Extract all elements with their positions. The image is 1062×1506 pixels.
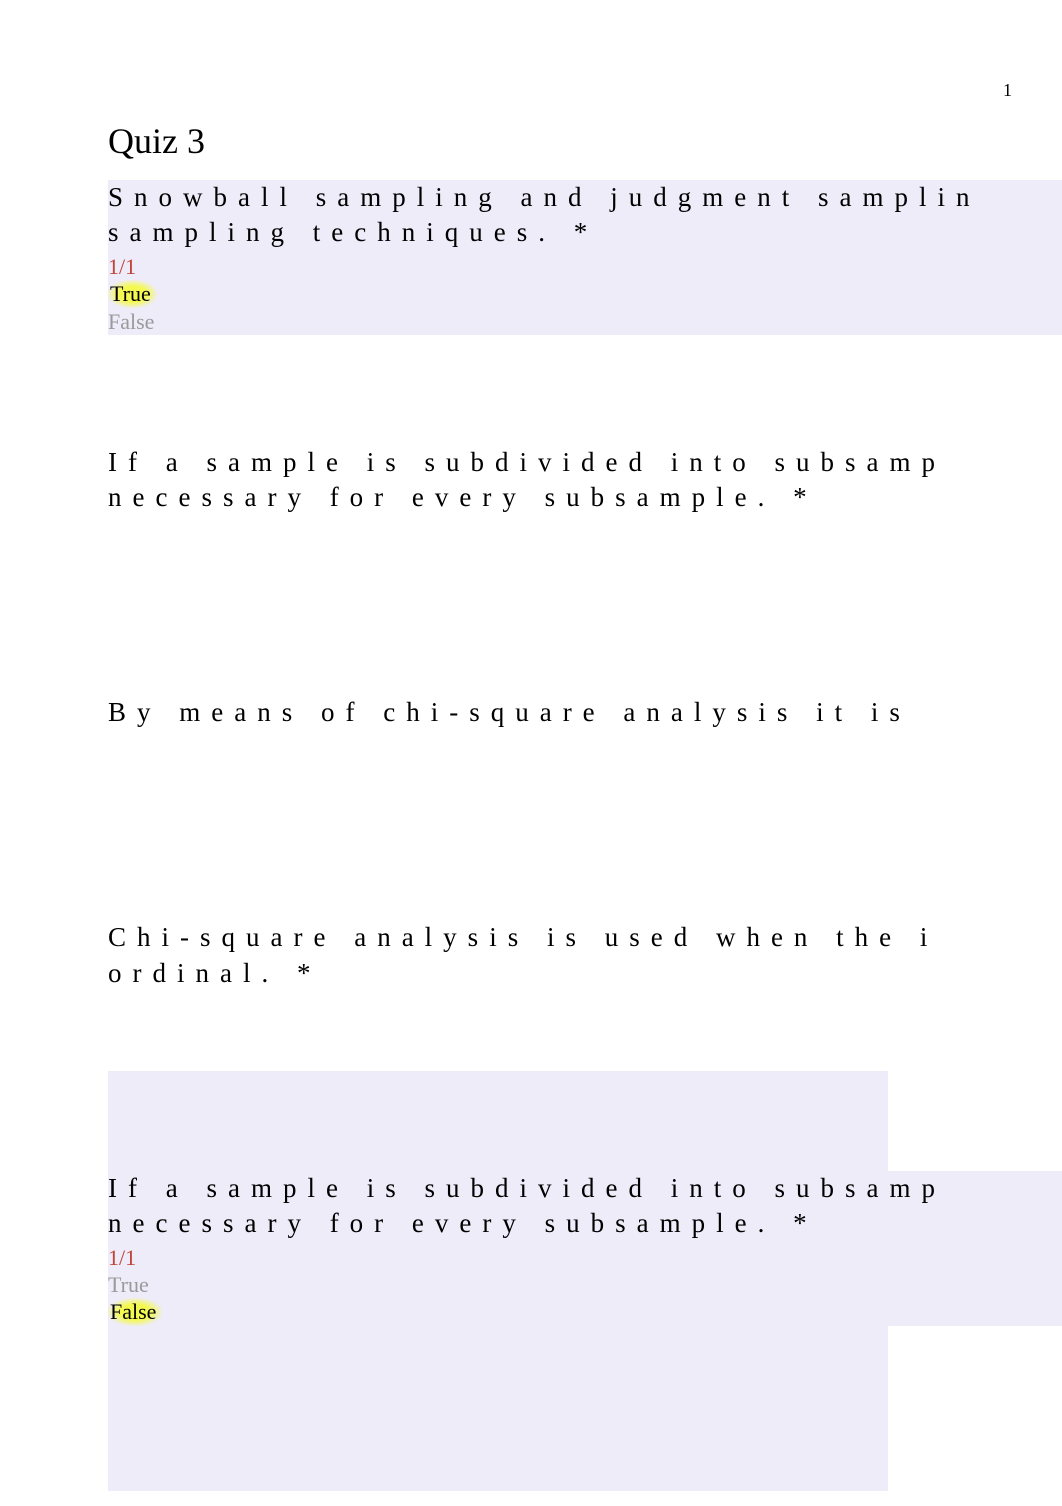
question-2-line1: If a sample is subdivided into subsamp — [108, 445, 1062, 480]
question-4-line2: ordinal. * — [108, 956, 1062, 991]
highlight-false: False — [108, 1298, 162, 1326]
page-number: 1 — [1003, 80, 1012, 101]
question-5: If a sample is subdivided into subsamp n… — [108, 1171, 1062, 1326]
question-1-text-wrap: Snowball sampling and judgment samplin s… — [108, 180, 1062, 335]
question-3: By means of chi-square analysis it is — [108, 695, 1062, 730]
question-5-score: 1/1 — [108, 1245, 1062, 1271]
page-title: Quiz 3 — [108, 120, 1062, 162]
question-2-line2: necessary for every subsample. * — [108, 480, 1062, 515]
question-5-line2: necessary for every subsample. * — [108, 1206, 1062, 1241]
question-4: Chi-square analysis is used when the i o… — [108, 920, 1062, 990]
question-1-line2: sampling techniques. * — [108, 215, 1062, 250]
highlight-true: True — [108, 280, 157, 308]
question-1-answer-true: True — [108, 280, 1062, 308]
question-4-line1: Chi-square analysis is used when the i — [108, 920, 1062, 955]
question-2: If a sample is subdivided into subsamp n… — [108, 445, 1062, 515]
question-3-line1: By means of chi-square analysis it is — [108, 695, 1062, 730]
question-5-answer-true: True — [108, 1271, 1062, 1299]
question-1-answer-false: False — [108, 308, 1062, 336]
question-1-score: 1/1 — [108, 254, 1062, 280]
question-1-line1: Snowball sampling and judgment samplin — [108, 180, 1062, 215]
question-5-answer-false: False — [108, 1298, 1062, 1326]
question-5-text-wrap: If a sample is subdivided into subsamp n… — [108, 1171, 1062, 1326]
question-1: Snowball sampling and judgment samplin s… — [108, 180, 1062, 335]
question-5-line1: If a sample is subdivided into subsamp — [108, 1171, 1062, 1206]
content-area: Quiz 3 Snowball sampling and judgment sa… — [0, 0, 1062, 1326]
